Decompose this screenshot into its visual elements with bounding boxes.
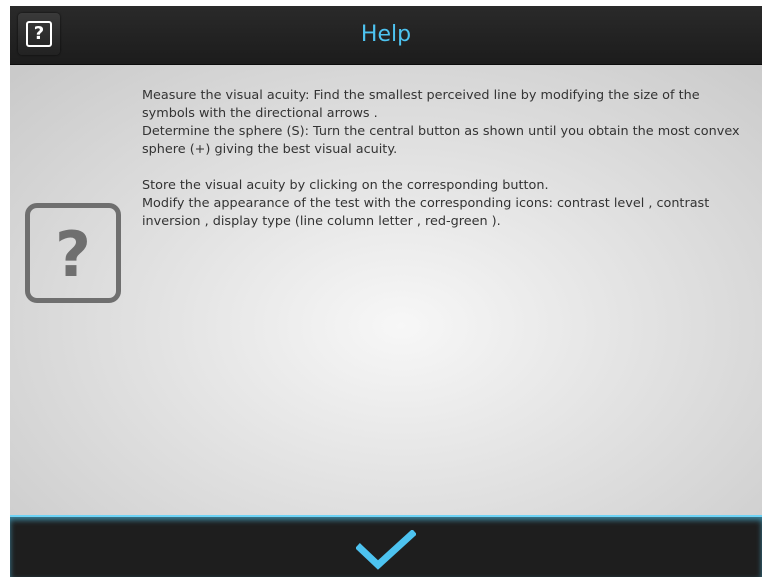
help-button[interactable]: ?	[18, 13, 60, 55]
help-paragraph-measure: Measure the visual acuity: Find the smal…	[142, 88, 700, 121]
help-content-panel: ? Measure the visual acuity: Find the sm…	[10, 65, 762, 515]
help-text: Measure the visual acuity: Find the smal…	[142, 87, 754, 231]
question-mark-icon: ?	[55, 218, 91, 291]
confirm-button[interactable]	[10, 517, 762, 577]
help-paragraph-store: Store the visual acuity by clicking on t…	[142, 178, 549, 193]
help-paragraph-modify: Modify the appearance of the test with t…	[142, 196, 710, 229]
checkmark-icon	[356, 530, 416, 570]
footer-bar	[10, 515, 762, 577]
page-title: Help	[360, 22, 412, 47]
help-large-icon: ?	[25, 203, 121, 303]
question-mark-icon: ?	[26, 21, 52, 47]
header-bar: Help ?	[10, 6, 762, 65]
help-window: Help ? ? Measure the visual acuity: Find…	[10, 6, 762, 577]
help-paragraph-sphere: Determine the sphere (S): Turn the centr…	[142, 124, 740, 157]
